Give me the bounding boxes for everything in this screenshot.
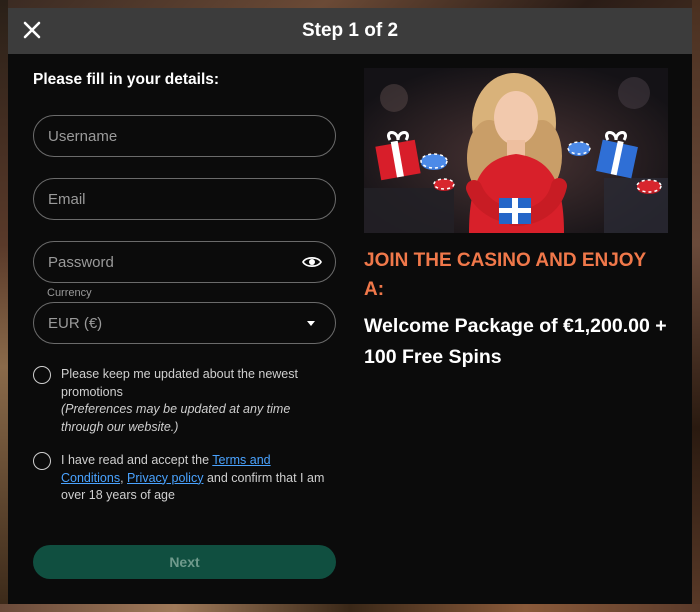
next-button[interactable]: Next [33, 545, 336, 579]
terms-comma: , [120, 470, 124, 485]
currency-selected-value: EUR (€) [48, 314, 103, 332]
terms-acceptance: I have read and accept the Terms and Con… [33, 452, 336, 505]
background-casino-scene-right [692, 0, 700, 612]
close-button[interactable] [20, 18, 44, 42]
currency-label: Currency [47, 287, 92, 299]
background-casino-scene-left [0, 0, 8, 612]
privacy-policy-link[interactable]: Privacy policy [127, 471, 203, 485]
caret-down-icon [307, 321, 315, 326]
registration-modal: Step 1 of 2 Please fill in your details:… [8, 8, 692, 604]
modal-title: Step 1 of 2 [301, 20, 399, 41]
show-password-eye-icon[interactable] [302, 254, 322, 270]
modal-header: Step 1 of 2 [8, 8, 692, 54]
close-icon [23, 21, 41, 39]
terms-prefix: I have read and accept the [61, 453, 210, 467]
promotions-opt-in: Please keep me updated about the newest … [33, 366, 336, 436]
promotions-label: Please keep me updated about the newest … [61, 367, 298, 399]
username-field[interactable] [33, 115, 336, 157]
promo-woman-with-gifts-image [364, 68, 668, 233]
email-field[interactable] [33, 178, 336, 220]
password-input[interactable] [34, 242, 335, 282]
promo-panel: JOIN THE CASINO AND ENJOY A: Welcome Pac… [364, 68, 668, 373]
password-field[interactable] [33, 241, 336, 283]
email-input[interactable] [34, 179, 335, 219]
promo-headline: JOIN THE CASINO AND ENJOY A: [364, 250, 646, 300]
username-input[interactable] [34, 116, 335, 156]
form-heading: Please fill in your details: [33, 71, 220, 88]
background-casino-scene-bottom [0, 604, 700, 612]
promo-offer: Welcome Package of €1,200.00 + 100 Free … [364, 315, 667, 368]
promotions-checkbox[interactable] [33, 366, 51, 384]
currency-select[interactable]: EUR (€) [33, 302, 336, 344]
registration-form: Please fill in your details: Currency EU… [33, 54, 336, 579]
terms-checkbox[interactable] [33, 452, 51, 470]
promo-image [364, 68, 668, 233]
promotions-note: (Preferences may be updated at any time … [61, 402, 291, 434]
terms-label: I have read and accept the Terms and Con… [61, 452, 336, 505]
